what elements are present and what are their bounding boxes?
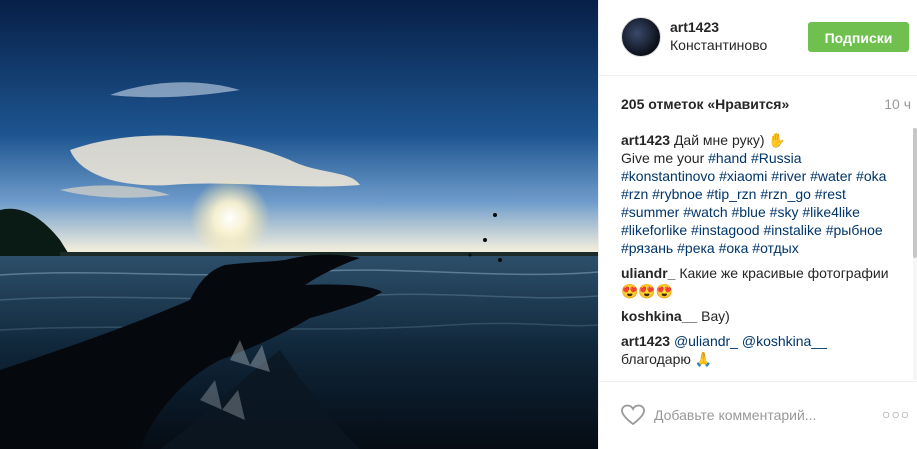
hashtag-link[interactable]: #ока [719,240,749,256]
hashtag-link[interactable]: #tip_rzn [707,186,757,202]
comment-item: uliandr_ Какие же красивые фотографии😍😍😍 [621,264,891,300]
post-location[interactable]: Константиново [670,37,767,53]
post-username[interactable]: art1423 [670,19,719,35]
hashtag-link[interactable]: #rzn_go [760,186,811,202]
caption: art1423 Дай мне руку) ✋ Give me your #ha… [621,131,891,257]
caption-text: Give me your [621,150,705,166]
post-header: art1423 Константиново Подписки [599,0,917,76]
hashtag-link[interactable]: #Russia [751,150,802,166]
hashtag-link[interactable]: #отдых [752,240,798,256]
hashtag-link[interactable]: #hand [708,150,747,166]
hashtag-link[interactable]: #rest [815,186,846,202]
hashtag-link[interactable]: #watch [683,204,727,220]
caption-line1: Дай мне руку) ✋ [673,132,786,148]
post-footer: ○○○ [599,381,917,449]
avatar[interactable] [621,17,661,57]
hashtag-link[interactable]: #instagood [691,222,760,238]
hashtag-link[interactable]: #likeforlike [621,222,687,238]
hashtag-link[interactable]: #рязань [621,240,673,256]
heart-outline-icon[interactable] [621,404,645,426]
hashtag-link[interactable]: #instalike [763,222,821,238]
comment-text: Вау) [701,308,730,324]
caption-username[interactable]: art1423 [621,132,670,148]
hashtag-link[interactable]: #река [677,240,715,256]
post-photo[interactable] [0,0,598,449]
post-details-panel: art1423 Константиново Подписки 205 отмет… [598,0,917,449]
comment-mention[interactable]: @uliandr_ [674,333,738,349]
comment-mention[interactable]: @koshkina__ [742,333,827,349]
hashtag-link[interactable]: #river [771,168,806,184]
comment-username[interactable]: art1423 [621,333,670,349]
hashtag-link[interactable]: #oka [856,168,886,184]
comment-text: благодарю 🙏 [621,351,713,367]
hashtag-link[interactable]: #rybnoe [652,186,703,202]
hashtag-link[interactable]: #rzn [621,186,648,202]
comment-item: art1423 @uliandr_ @koshkina__ благодарю … [621,332,891,368]
comment-input[interactable] [654,404,869,426]
hashtag-link[interactable]: #blue [732,204,766,220]
comment-item: koshkina__ Вау) [621,307,891,325]
likes-count[interactable]: 205 отметок «Нравится» [621,96,789,112]
comment-username[interactable]: koshkina__ [621,308,697,324]
hashtag-link[interactable]: #рыбное [826,222,883,238]
following-button[interactable]: Подписки [808,22,909,52]
comment-username[interactable]: uliandr_ [621,265,675,281]
post-time[interactable]: 10 ч [884,96,911,112]
comments-list: art1423 Дай мне руку) ✋ Give me your #ha… [621,131,891,381]
hashtag-link[interactable]: #like4like [802,204,860,220]
hashtag-link[interactable]: #water [810,168,852,184]
hashtag-link[interactable]: #xiaomi [719,168,767,184]
sunset-hand-photo [0,0,598,449]
likes-row: 205 отметок «Нравится» 10 ч [621,96,911,114]
hashtag-link[interactable]: #sky [770,204,799,220]
comments-scrollbar-thumb[interactable] [913,128,917,258]
more-options-icon[interactable]: ○○○ [882,406,909,422]
hashtag-link[interactable]: #konstantinovo [621,168,715,184]
hashtag-link[interactable]: #summer [621,204,679,220]
